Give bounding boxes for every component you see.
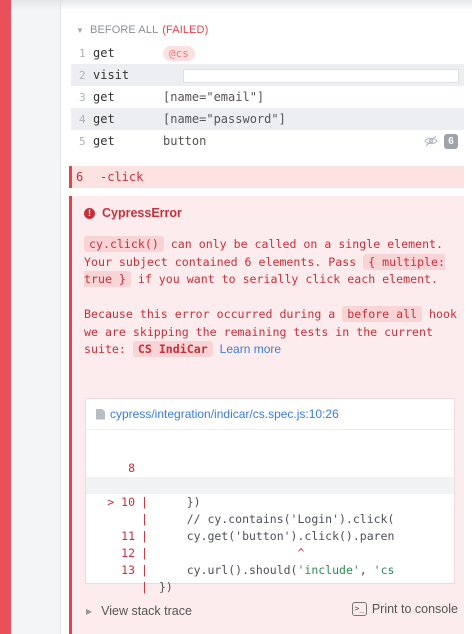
error-panel: ! CypressError cy.click() can only be ca… (69, 196, 464, 634)
view-stack-trace-button[interactable]: ▶ View stack trace (86, 604, 192, 618)
line-number: 13 (121, 563, 135, 577)
print-label: Print to console (371, 602, 458, 616)
code-line-highlighted: > 10 | cy.get('button').click().paren (86, 477, 454, 543)
code-line: 8 | }) (86, 443, 454, 509)
command-row[interactable]: 4 get [name="password"] (71, 108, 464, 130)
error-message: cy.click() can only be called on a singl… (84, 236, 460, 376)
code-part: , (359, 563, 374, 577)
command-number: 2 (79, 68, 86, 82)
code-snippet: 8 | }) 9 | // cy.contains('Login').click… (86, 443, 454, 594)
code-string: 'cs (373, 563, 395, 577)
failed-command-row[interactable]: 6 -click (69, 166, 464, 188)
eye-slash-icon (424, 135, 438, 147)
hook-label: BEFORE ALL (90, 24, 159, 36)
line-bar: | (141, 563, 148, 577)
file-path: cypress/integration/indicar/cs.spec.js:1… (110, 407, 339, 421)
error-title: CypressError (102, 206, 182, 220)
error-header: ! CypressError (84, 206, 182, 220)
command-number: 4 (79, 112, 86, 126)
command-name: get (93, 134, 115, 148)
learn-more-link[interactable]: Learn more (220, 342, 281, 356)
command-name: get (93, 90, 115, 104)
element-count-badge: 6 (444, 134, 458, 149)
error-text: Because this error occurred during a (84, 307, 343, 321)
top-shadow (11, 0, 472, 10)
command-message: [name="email"] (163, 90, 265, 104)
error-paragraph: cy.click() can only be called on a singl… (84, 236, 460, 289)
command-row[interactable]: 5 get button 6 (71, 130, 464, 152)
alias-badge: @cs (163, 45, 195, 61)
command-row[interactable]: 2 visit (71, 64, 464, 86)
command-name: -click (100, 170, 144, 184)
command-number: 1 (79, 46, 86, 60)
visit-url-field (183, 69, 459, 83)
code-string: 'include' (297, 563, 360, 577)
failure-indicator-bar (0, 0, 11, 634)
command-name: get (93, 46, 115, 60)
command-log: 1 get @cs 2 visit 3 get [name="email"] 4… (71, 42, 464, 152)
stack-trace-label: View stack trace (101, 604, 192, 618)
command-message: [name="password"] (163, 112, 286, 126)
command-number: 5 (79, 134, 86, 148)
collapse-triangle-icon: ▼ (76, 25, 85, 35)
code-text: cy.url().should('include', 'cs (159, 562, 395, 579)
error-text: if you want to serially click each eleme… (130, 272, 439, 286)
code-frame: cypress/integration/indicar/cs.spec.js:1… (85, 398, 455, 594)
code-text: }) (159, 580, 173, 594)
command-message: button (163, 134, 207, 148)
terminal-icon: >_ (351, 602, 367, 616)
code-line: 11 | cy.url().should('include', 'cs (86, 511, 454, 577)
error-footer: ▶ View stack trace >_ Print to console (72, 598, 464, 624)
code-line: 9 | // cy.contains('Login').click( (86, 460, 454, 526)
command-number: 6 (76, 170, 84, 184)
command-row[interactable]: 3 get [name="email"] (71, 86, 464, 108)
code-line: | ^ (86, 494, 454, 560)
hook-status: (FAILED) (162, 24, 209, 36)
code-line: 12 | }) (86, 528, 454, 594)
inline-code: cy.click() (84, 236, 164, 252)
gutter-divider (60, 0, 61, 634)
error-paragraph: Because this error occurred during a bef… (84, 306, 460, 359)
hook-header[interactable]: ▼ BEFORE ALL (FAILED) (76, 24, 208, 36)
command-row[interactable]: 1 get @cs (71, 42, 464, 64)
line-bar: | (141, 580, 148, 594)
command-name: get (93, 112, 115, 126)
inline-code: before all (342, 306, 423, 322)
print-to-console-button[interactable]: >_ Print to console (351, 602, 458, 616)
command-number: 3 (79, 90, 86, 104)
command-name: visit (93, 68, 130, 82)
expand-triangle-icon: ▶ (86, 606, 93, 616)
runnable-gutter (11, 0, 60, 634)
exclamation-icon: ! (84, 207, 95, 219)
file-path-link[interactable]: cypress/integration/indicar/cs.spec.js:1… (96, 407, 339, 421)
divider (86, 429, 454, 430)
file-icon (96, 408, 105, 420)
suite-name: CS IndiCar (132, 341, 213, 357)
code-part: cy.url().should( (159, 563, 298, 577)
code-line: 13 | (86, 545, 454, 594)
